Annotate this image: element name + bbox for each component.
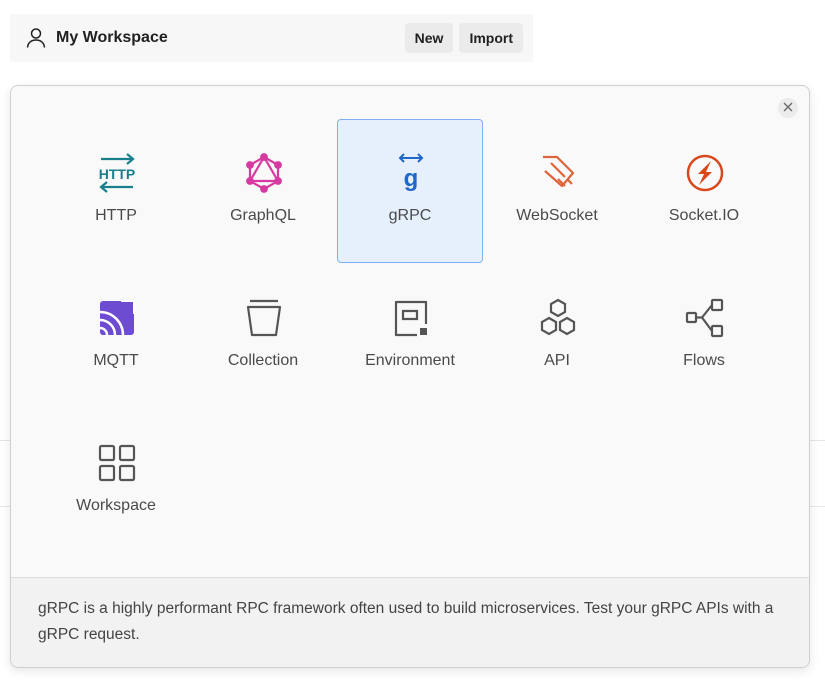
background-divider <box>0 440 10 441</box>
tile-label: Workspace <box>76 497 156 514</box>
socketio-icon <box>685 153 725 193</box>
collection-icon <box>244 298 284 338</box>
tile-http[interactable]: HTTP HTTP <box>43 119 189 263</box>
api-icon <box>538 298 578 338</box>
new-button[interactable]: New <box>404 23 454 53</box>
grpc-icon: g <box>391 153 431 193</box>
tile-environment[interactable]: Environment <box>337 264 483 408</box>
new-item-modal: HTTP HTTP GraphQL g gRPC WebSocket Socke… <box>10 85 810 668</box>
tile-grpc[interactable]: g gRPC <box>337 119 483 263</box>
svg-text:g: g <box>404 165 419 192</box>
workspace-switcher[interactable]: My Workspace <box>26 27 168 49</box>
websocket-icon <box>538 153 578 193</box>
mqtt-icon <box>97 298 137 338</box>
import-button[interactable]: Import <box>459 23 523 53</box>
flows-icon <box>685 298 725 338</box>
background-divider <box>0 506 10 507</box>
workspace-icon <box>97 443 137 483</box>
tile-label: HTTP <box>95 207 137 224</box>
tile-label: WebSocket <box>516 207 598 224</box>
tile-label: Socket.IO <box>668 207 740 224</box>
tile-label: Flows <box>683 352 725 369</box>
tile-label: Environment <box>365 352 455 369</box>
user-icon <box>26 27 46 49</box>
tile-api[interactable]: API <box>484 264 630 408</box>
svg-text:HTTP: HTTP <box>99 166 136 182</box>
tile-flows[interactable]: Flows <box>631 264 777 408</box>
description-panel: gRPC is a highly performant RPC framewor… <box>11 577 809 667</box>
tile-graphql[interactable]: GraphQL <box>190 119 336 263</box>
tile-collection[interactable]: Collection <box>190 264 336 408</box>
tile-label: GraphQL <box>230 207 296 224</box>
close-icon <box>783 99 793 117</box>
tile-label: Collection <box>227 352 299 369</box>
workspace-bar: My Workspace New Import <box>10 14 533 62</box>
environment-icon <box>391 298 431 338</box>
close-button[interactable] <box>778 98 798 118</box>
background-divider <box>810 506 825 507</box>
tile-label: API <box>544 352 570 369</box>
workspace-name: My Workspace <box>56 29 168 46</box>
description-text: gRPC is a highly performant RPC framewor… <box>38 600 774 643</box>
tile-mqtt[interactable]: MQTT <box>43 264 189 408</box>
http-icon: HTTP <box>97 153 137 193</box>
tile-label: MQTT <box>93 352 139 369</box>
tile-websocket[interactable]: WebSocket <box>484 119 630 263</box>
background-divider <box>810 440 825 441</box>
graphql-icon <box>244 153 284 193</box>
tile-socketio[interactable]: Socket.IO <box>631 119 777 263</box>
tile-label: gRPC <box>388 207 432 224</box>
tile-workspace[interactable]: Workspace <box>43 409 189 553</box>
